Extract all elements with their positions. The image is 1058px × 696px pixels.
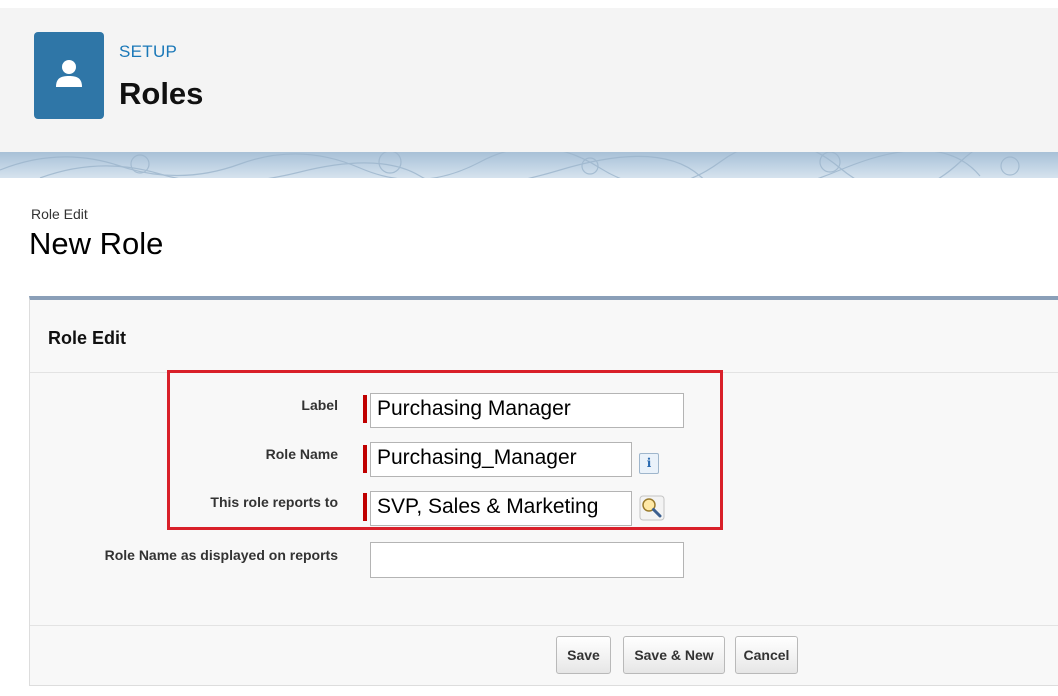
label-field-label: Label — [301, 397, 338, 413]
panel-footer-divider — [30, 625, 1058, 626]
breadcrumb: Role Edit — [31, 206, 88, 222]
role-name-input[interactable]: Purchasing_Manager — [370, 442, 632, 477]
report-name-input[interactable] — [370, 542, 684, 578]
setup-label[interactable]: SETUP — [119, 42, 177, 62]
report-name-field-label: Role Name as displayed on reports — [104, 547, 338, 563]
page-title: New Role — [29, 226, 164, 261]
save-and-new-button[interactable]: Save & New — [623, 636, 725, 674]
reports-to-input[interactable]: SVP, Sales & Marketing — [370, 491, 632, 526]
save-button[interactable]: Save — [556, 636, 611, 674]
info-icon[interactable]: i — [639, 453, 659, 474]
lookup-icon[interactable] — [639, 495, 665, 521]
panel-header: Role Edit — [30, 300, 1058, 373]
required-indicator — [363, 493, 367, 521]
header-decorative-band — [0, 152, 1058, 178]
page-header-title: Roles — [119, 76, 204, 111]
required-indicator — [363, 445, 367, 473]
cancel-button[interactable]: Cancel — [735, 636, 798, 674]
label-input[interactable]: Purchasing Manager — [370, 393, 684, 428]
roles-app-icon — [34, 32, 104, 119]
panel-title: Role Edit — [48, 328, 127, 348]
reports-to-field-label: This role reports to — [210, 494, 338, 510]
required-indicator — [363, 395, 367, 423]
user-icon — [56, 60, 82, 87]
role-name-field-label: Role Name — [265, 446, 338, 462]
